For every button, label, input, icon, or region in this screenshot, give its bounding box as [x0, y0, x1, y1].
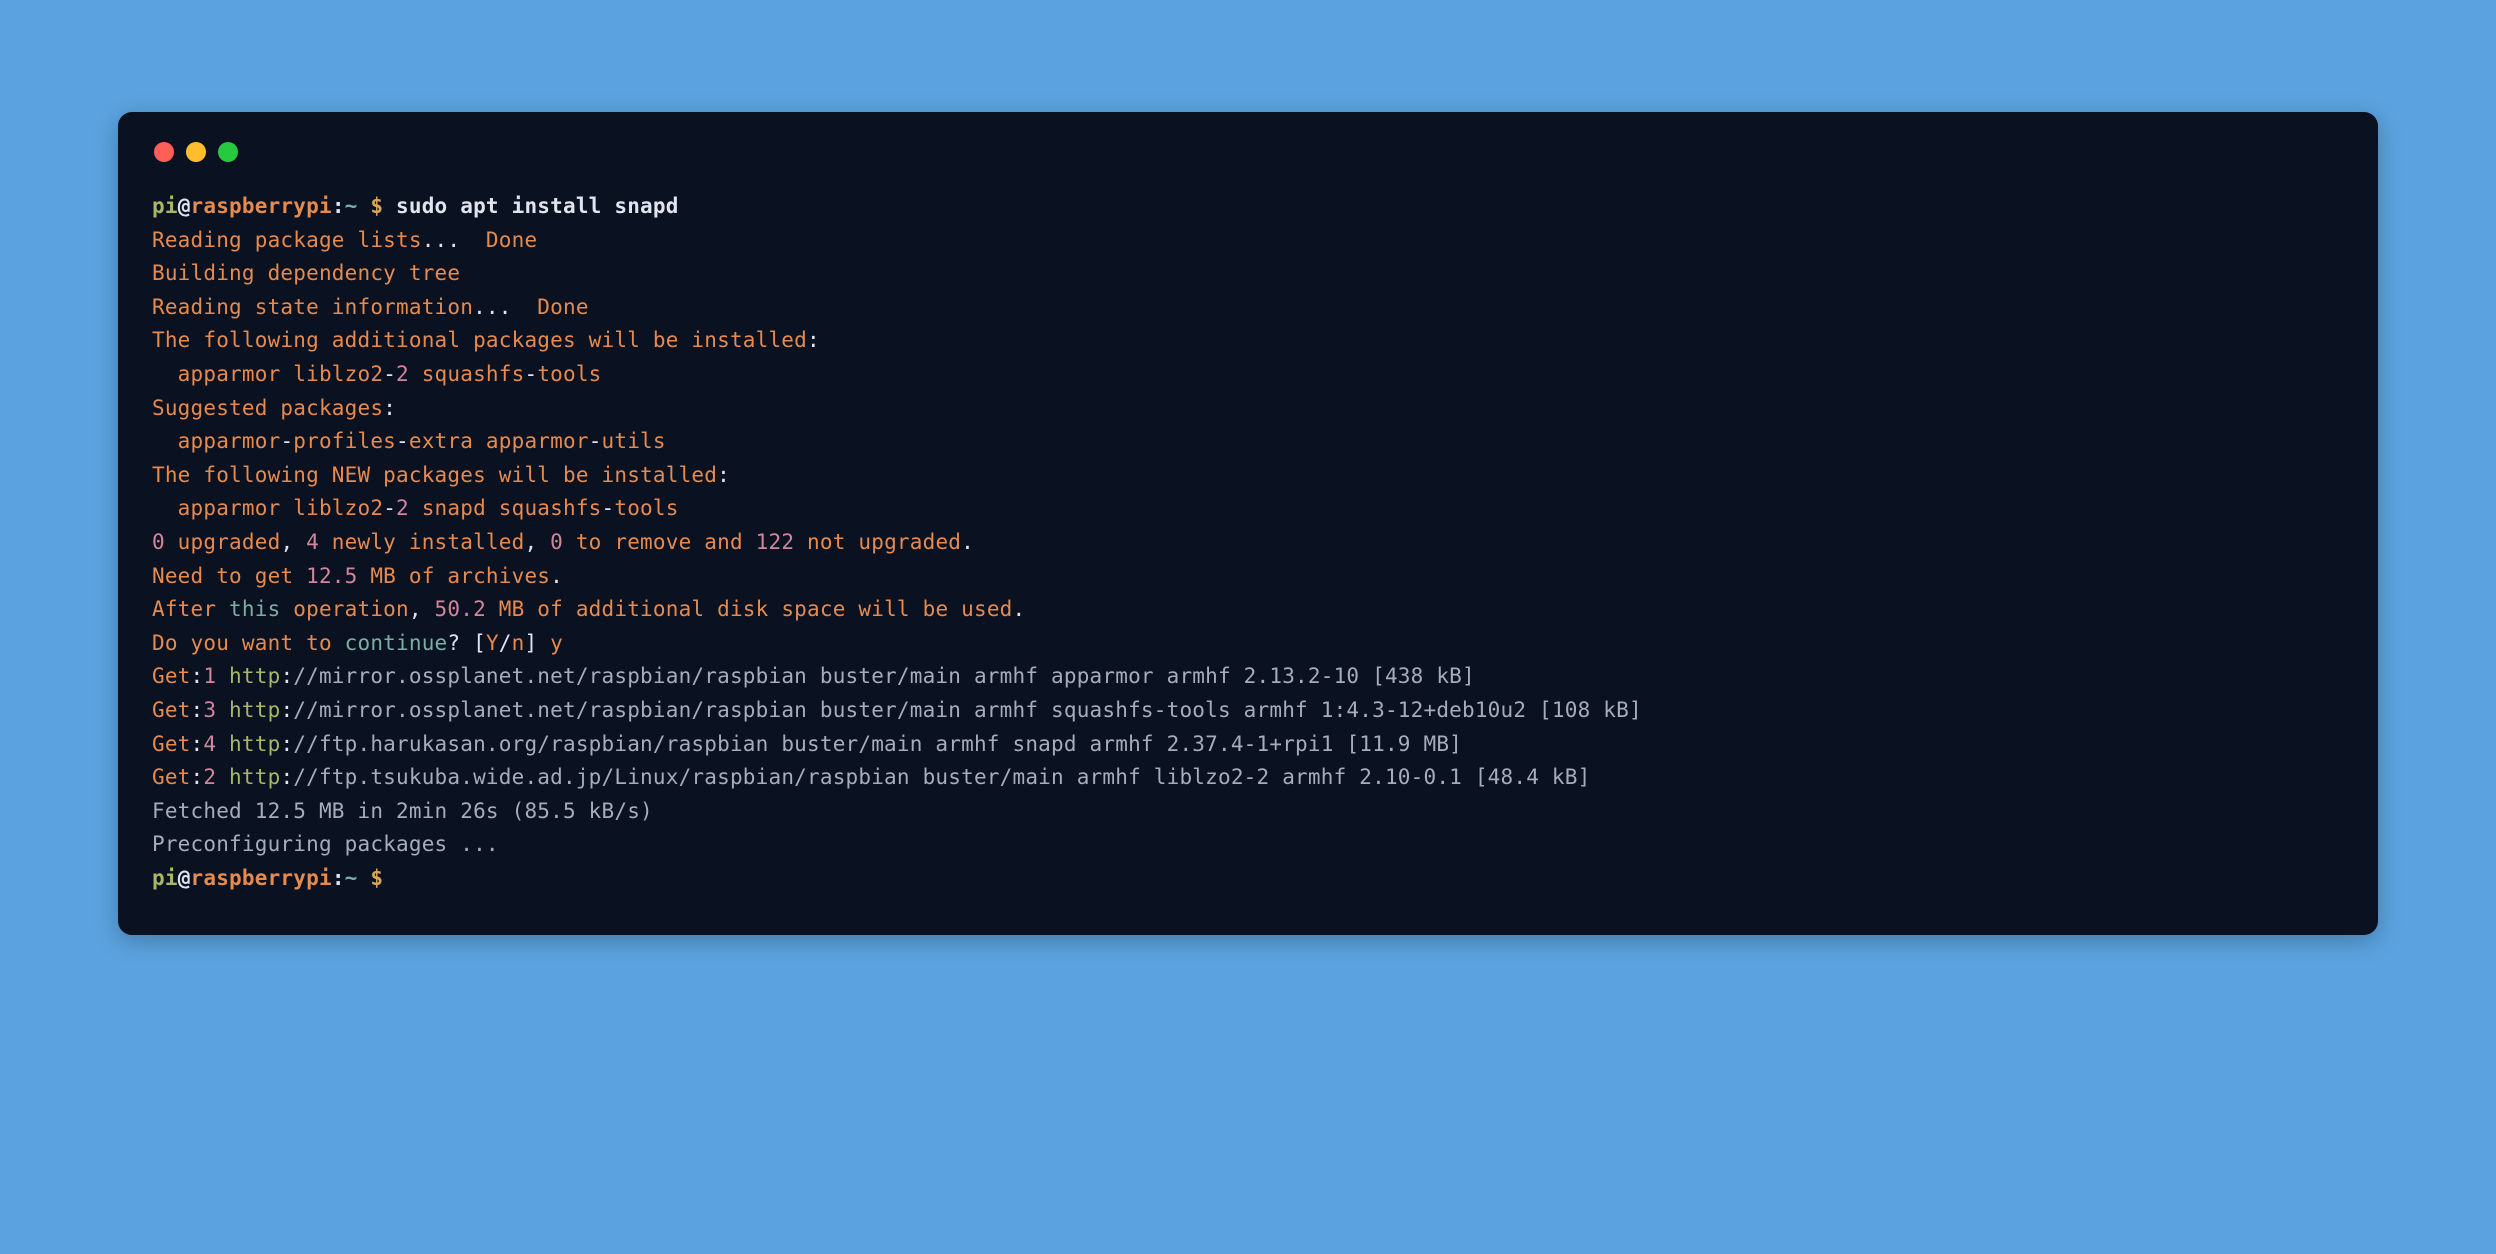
prompt-symbol: $: [370, 194, 383, 218]
output-line: The following additional packages will b…: [152, 328, 807, 352]
output-line: Building dependency tree: [152, 261, 460, 285]
output-line: Reading package lists: [152, 228, 422, 252]
maximize-icon[interactable]: [218, 142, 238, 162]
minimize-icon[interactable]: [186, 142, 206, 162]
output-line: Get: [152, 732, 191, 756]
output-line: Do: [152, 631, 178, 655]
prompt-path: ~: [345, 194, 358, 218]
titlebar: [152, 138, 2344, 190]
output-line: Get: [152, 698, 191, 722]
output-line: Get: [152, 765, 191, 789]
prompt-user: pi: [152, 194, 178, 218]
output-line: Suggested packages: [152, 396, 383, 420]
output-line: apparmor: [152, 429, 280, 453]
prompt-host: raspberrypi: [191, 866, 332, 890]
prompt-user: pi: [152, 866, 178, 890]
prompt-colon: :: [332, 194, 345, 218]
output-line: Fetched 12.5 MB in 2min 26s (85.5 kB/s): [152, 799, 653, 823]
output-line: apparmor liblzo2: [152, 496, 383, 520]
output-line: Need: [152, 564, 203, 588]
close-icon[interactable]: [154, 142, 174, 162]
prompt-path: ~: [345, 866, 358, 890]
terminal-output[interactable]: pi@raspberrypi:~ $ sudo apt install snap…: [152, 190, 2344, 895]
output-line: Reading state information: [152, 295, 473, 319]
terminal-window: pi@raspberrypi:~ $ sudo apt install snap…: [118, 112, 2378, 935]
output-line: Get: [152, 664, 191, 688]
output-line: After: [152, 597, 216, 621]
output-line: Preconfiguring packages ...: [152, 832, 499, 856]
prompt-at: @: [178, 866, 191, 890]
prompt-host: raspberrypi: [191, 194, 332, 218]
prompt-colon: :: [332, 866, 345, 890]
output-line: 0: [152, 530, 165, 554]
prompt-symbol: $: [370, 866, 383, 890]
command: sudo apt install snapd: [396, 194, 679, 218]
output-line: The following NEW packages will be insta…: [152, 463, 717, 487]
output-line: apparmor liblzo2: [152, 362, 383, 386]
prompt-at: @: [178, 194, 191, 218]
